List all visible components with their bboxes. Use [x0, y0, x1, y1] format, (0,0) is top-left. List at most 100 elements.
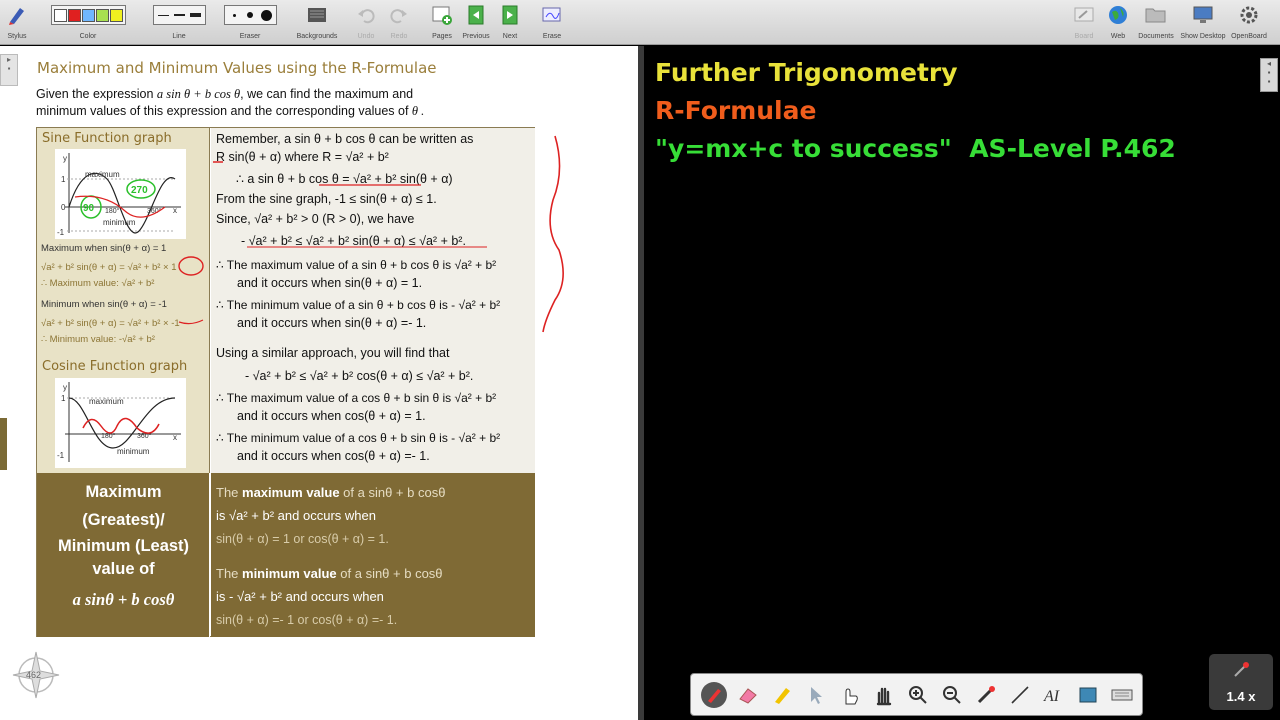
line-thick[interactable]	[188, 9, 203, 22]
color-red[interactable]	[67, 8, 81, 22]
color-green[interactable]	[95, 8, 109, 22]
backgrounds-label: Backgrounds	[296, 33, 338, 40]
line-thin[interactable]	[156, 9, 171, 22]
documents-button[interactable]: Documents	[1136, 3, 1176, 43]
summary-l2: (Greatest)/	[82, 511, 165, 529]
main-toolbar: Stylus Color Line Eraser Backgrounds Und…	[0, 0, 1280, 45]
keyboard-tool[interactable]	[1107, 680, 1137, 710]
eraser-small[interactable]	[227, 9, 242, 22]
summary-content-cell: The maximum value of a sinθ + b cosθ is …	[211, 473, 535, 637]
eraser-label: Eraser	[239, 33, 261, 40]
summary-l3: Minimum (Least)	[57, 537, 190, 555]
highlighter-icon	[775, 687, 790, 704]
left-panel-toggle[interactable]: ▸ ▪	[0, 54, 18, 86]
next-button[interactable]: Next	[499, 3, 521, 43]
eraser-medium[interactable]	[243, 9, 258, 22]
arrow-cursor-icon	[811, 686, 822, 704]
board-subtitle: R-Formulae	[655, 96, 817, 125]
desktop-icon	[1191, 3, 1215, 27]
note-min-val: ∴ Minimum value: -√a² + b²	[41, 334, 155, 345]
board-button[interactable]: Board	[1071, 3, 1097, 43]
undo-icon	[356, 3, 376, 27]
annotation-90: 90	[83, 203, 95, 214]
zoom-out-tool[interactable]	[937, 680, 967, 710]
erase-page-icon	[540, 3, 564, 27]
handwritten-underlines	[213, 161, 487, 248]
sine-tick-180: 180°	[105, 207, 120, 215]
pages-button[interactable]: Pages	[429, 3, 455, 43]
capture-tool[interactable]	[1073, 680, 1103, 710]
sine-max-label: maximum	[85, 170, 120, 179]
erase-button[interactable]: Erase	[539, 3, 565, 43]
board-tagline: "y=mx+c to success" AS-Level P.462	[655, 134, 1176, 163]
color-white[interactable]	[53, 8, 67, 22]
board-title: Further Trigonometry	[655, 58, 958, 87]
line-tool[interactable]: Line	[150, 3, 208, 43]
highlighter-tool[interactable]	[767, 680, 797, 710]
intro-paragraph: Given the expression a sin θ + b cos θ, …	[36, 86, 486, 120]
line-medium[interactable]	[172, 9, 187, 22]
folder-icon	[1144, 3, 1168, 27]
interact-tool[interactable]	[835, 680, 865, 710]
summary-max-line-2: is √a² + b² and occurs when	[216, 508, 376, 523]
web-button[interactable]: Web	[1106, 3, 1130, 43]
sine-y-label: y	[63, 154, 67, 163]
color-tool[interactable]: Color	[39, 3, 137, 43]
summary-min-line-1: The minimum value of a sinθ + b cosθ	[216, 566, 443, 581]
split-divider[interactable]	[638, 46, 644, 720]
documents-label: Documents	[1138, 33, 1174, 40]
pen-icon	[701, 681, 727, 708]
select-tool[interactable]	[801, 680, 831, 710]
cosine-tick-neg1: -1	[57, 451, 65, 460]
eraser-tool[interactable]: Eraser	[221, 3, 279, 43]
intro-expression: a sin θ + b cos θ	[156, 87, 241, 101]
sine-min-label: minimum	[103, 218, 136, 227]
zoom-in-tool[interactable]	[903, 680, 933, 710]
text-tool[interactable]: AI	[1039, 680, 1069, 710]
pen-tool[interactable]	[699, 680, 729, 710]
right-panel-toggle[interactable]: ◂ ▪ ▪	[1260, 58, 1278, 92]
redo-label: Redo	[390, 33, 408, 40]
previous-button[interactable]: Previous	[462, 3, 490, 43]
eraser-large[interactable]	[259, 9, 274, 22]
stylus-icon	[6, 3, 28, 27]
line-label: Line	[172, 33, 186, 40]
summary-label-cell: Maximum (Greatest)/ Minimum (Least) valu…	[37, 473, 210, 637]
left-edge-marker	[0, 418, 7, 470]
color-blue[interactable]	[81, 8, 95, 22]
color-yellow[interactable]	[109, 8, 123, 22]
color-label: Color	[79, 33, 97, 40]
stylus-tool[interactable]: Stylus	[4, 3, 30, 43]
zoom-out-icon	[943, 685, 961, 704]
previous-page-icon	[465, 3, 487, 27]
keyboard-icon	[1111, 689, 1133, 700]
intro-text-3: minimum values of this expression and th…	[36, 104, 409, 118]
note-min-eq: √a² + b² sin(θ + α) = √a² + b² × -1	[41, 318, 180, 329]
intro-text-2: , we can find the maximum and	[240, 87, 414, 101]
intro-theta: θ .	[411, 104, 425, 118]
undo-button[interactable]: Undo	[355, 3, 377, 43]
summary-l1: Maximum	[85, 483, 162, 501]
pointing-hand-icon	[845, 687, 858, 704]
laser-pointer-icon	[977, 685, 995, 703]
backgrounds-icon	[306, 3, 328, 27]
openboard-button[interactable]: OpenBoard	[1230, 3, 1268, 43]
backgrounds-button[interactable]: Backgrounds	[294, 3, 340, 43]
eraser-float-tool[interactable]	[733, 680, 763, 710]
show-desktop-button[interactable]: Show Desktop	[1180, 3, 1226, 43]
summary-min-bold: minimum value	[242, 566, 337, 581]
sine-graph-title: Sine Function graph	[42, 131, 172, 146]
redo-button[interactable]: Redo	[388, 3, 410, 43]
zoom-indicator[interactable]: 1.4 x	[1209, 654, 1273, 710]
board-label: Board	[1074, 33, 1094, 40]
cosine-min-label: minimum	[117, 447, 150, 456]
globe-icon	[1107, 3, 1129, 27]
summary-min-line-3: sin(θ + α) =- 1 or cos(θ + α) =- 1.	[216, 613, 398, 627]
floating-toolbar: AI	[690, 673, 1143, 716]
line-draw-tool[interactable]	[1005, 680, 1035, 710]
gear-icon	[1238, 3, 1260, 27]
laser-tool[interactable]	[971, 680, 1001, 710]
summary-max-expr: of a sinθ + b cosθ	[339, 485, 446, 500]
summary-max-line-3: sin(θ + α) = 1 or cos(θ + α) = 1.	[216, 532, 389, 546]
hand-tool[interactable]	[869, 680, 899, 710]
